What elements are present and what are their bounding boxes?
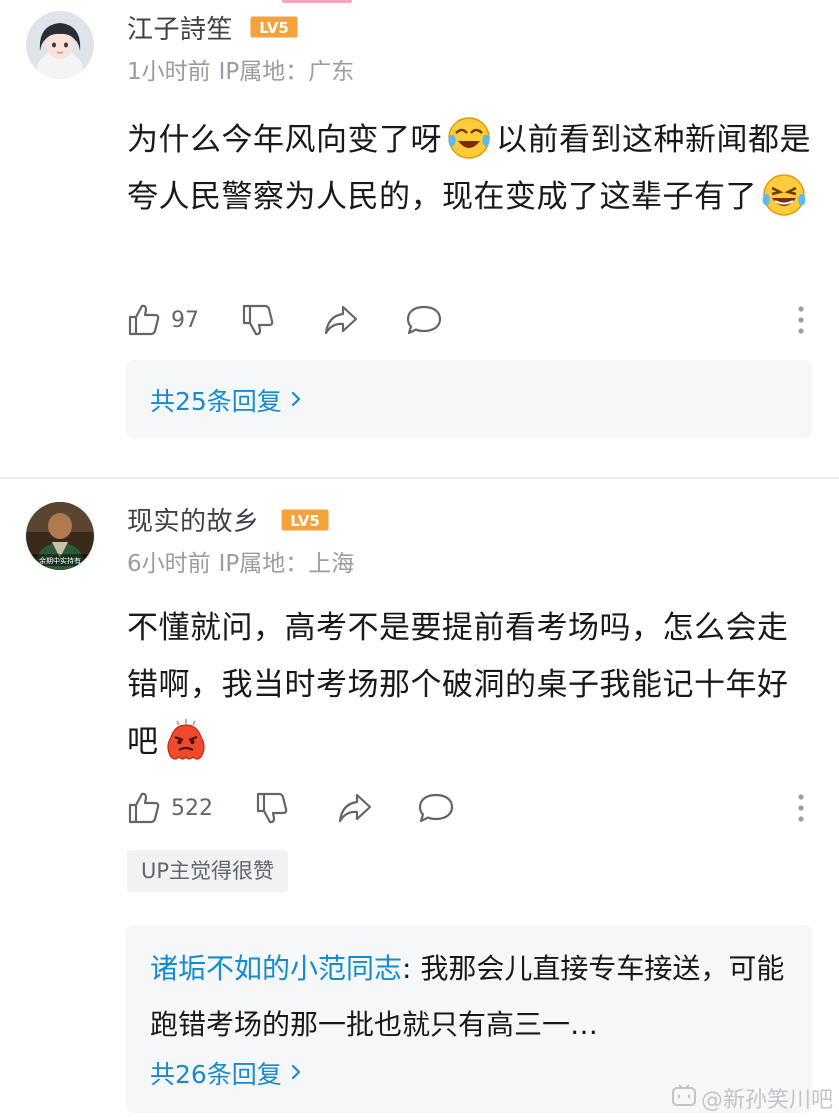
more-options-icon[interactable] bbox=[797, 302, 805, 338]
watermark: @新孙笑川吧 bbox=[671, 1082, 833, 1114]
comment-item: 余期中实持有 现实的故乡 LV5 6小时前 IP属地：上海 不懂就问，高考不是要提… bbox=[0, 480, 839, 1120]
share-icon bbox=[323, 303, 359, 337]
comment-time: 6小时前 bbox=[127, 551, 211, 577]
chevron-right-icon bbox=[282, 386, 302, 415]
comment-bubble-icon bbox=[417, 791, 455, 825]
svg-text:LV5: LV5 bbox=[259, 19, 289, 37]
comment-text: 不懂就问，高考不是要提前看考场吗，怎么会走错啊，我当时考场那个破洞的桌子我能记十… bbox=[127, 600, 817, 771]
ip-label: IP属地： bbox=[218, 551, 309, 577]
reply-box[interactable]: 共25条回复 bbox=[126, 360, 812, 438]
like-count: 97 bbox=[171, 307, 199, 333]
avatar[interactable] bbox=[26, 11, 94, 79]
laughing-emoji-icon bbox=[761, 172, 807, 218]
thumbs-up-icon bbox=[127, 303, 161, 337]
comment-text-part: 不懂就问，高考不是要提前看考场吗，怎么会走错啊，我当时考场那个破洞的桌子我能记十… bbox=[127, 610, 789, 760]
comment-divider bbox=[0, 477, 839, 479]
comment-text-part: 为什么今年风向变了呀 bbox=[127, 122, 442, 158]
avatar[interactable]: 余期中实持有 bbox=[26, 502, 94, 570]
level-badge-icon: LV5 bbox=[281, 509, 329, 531]
like-count: 522 bbox=[171, 795, 213, 821]
username[interactable]: 现实的故乡 bbox=[127, 501, 260, 538]
comment-meta: 1小时前 IP属地：广东 bbox=[127, 52, 354, 86]
thumbs-up-icon bbox=[127, 791, 161, 825]
watermark-text: @新孙笑川吧 bbox=[700, 1088, 833, 1113]
reply-total-label: 共26条回复 bbox=[150, 1060, 282, 1089]
reply-button[interactable] bbox=[417, 786, 455, 830]
bilibili-tv-icon bbox=[671, 1083, 701, 1113]
view-replies-link[interactable]: 共25条回复 bbox=[150, 382, 302, 418]
view-replies-link[interactable]: 共26条回复 bbox=[150, 1055, 302, 1091]
comment-item: 江子詩笙 LV5 1小时前 IP属地：广东 为什么今年风向变了呀 以前看到这种新闻都… bbox=[0, 0, 839, 478]
dislike-button[interactable] bbox=[241, 298, 275, 342]
angry-blob-emoji-icon bbox=[163, 717, 209, 763]
dislike-button[interactable] bbox=[255, 786, 289, 830]
chevron-right-icon bbox=[282, 1059, 302, 1088]
level-badge-icon: LV5 bbox=[250, 16, 298, 38]
reply-preview[interactable]: 诸垢不如的小范同志: 我那会儿直接专车接送，可能跑错考场的那一批也就只有高三一… bbox=[150, 941, 790, 1053]
like-button[interactable]: 97 bbox=[127, 298, 199, 342]
comment-meta: 6小时前 IP属地：上海 bbox=[127, 544, 354, 578]
share-button[interactable] bbox=[323, 298, 359, 342]
like-button[interactable]: 522 bbox=[127, 786, 213, 830]
avatar-caption: 余期中实持有 bbox=[39, 556, 81, 565]
tears-of-joy-emoji-icon bbox=[446, 115, 492, 161]
comment-actions: 97 bbox=[127, 298, 817, 342]
up-liked-badge: UP主觉得很赞 bbox=[127, 850, 289, 892]
reply-total-label: 共25条回复 bbox=[150, 387, 282, 416]
comment-time: 1小时前 bbox=[127, 59, 211, 85]
svg-text:LV5: LV5 bbox=[290, 512, 320, 530]
reply-button[interactable] bbox=[405, 298, 443, 342]
thumbs-down-icon bbox=[241, 303, 275, 337]
thumbs-down-icon bbox=[255, 791, 289, 825]
ip-location: 上海 bbox=[308, 551, 355, 577]
reply-author[interactable]: 诸垢不如的小范同志 bbox=[150, 952, 402, 985]
more-options-icon[interactable] bbox=[797, 790, 805, 826]
ip-label: IP属地： bbox=[218, 59, 309, 85]
share-button[interactable] bbox=[337, 786, 373, 830]
ip-location: 广东 bbox=[308, 59, 355, 85]
comment-text: 为什么今年风向变了呀 以前看到这种新闻都是夸人民警察为人民的，现在变成了这辈子有了 bbox=[127, 112, 817, 226]
comment-bubble-icon bbox=[405, 303, 443, 337]
username[interactable]: 江子詩笙 bbox=[127, 9, 233, 46]
share-icon bbox=[337, 791, 373, 825]
comment-actions: 522 bbox=[127, 786, 817, 830]
